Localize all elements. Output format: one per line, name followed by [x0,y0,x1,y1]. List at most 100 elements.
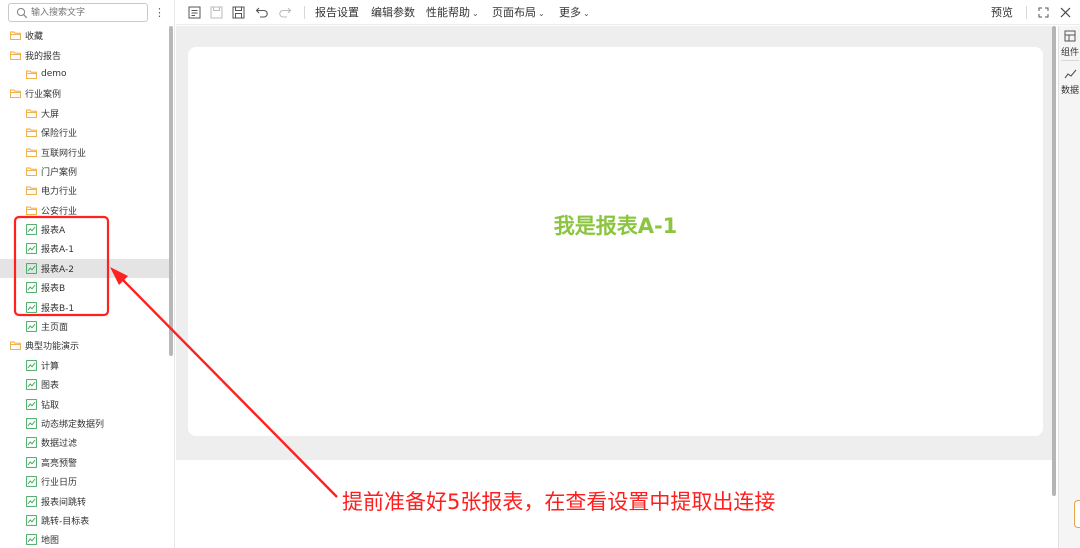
tree-item[interactable]: 行业案例 [0,84,170,103]
report-chart-icon [26,263,37,274]
close-icon[interactable] [1057,4,1073,20]
tree-item-label: 大屏 [41,109,60,120]
new-report-icon[interactable] [186,4,202,20]
tree-item-label: 收藏 [25,32,44,43]
toolbar-divider [1026,6,1027,19]
save-icon[interactable] [230,4,246,20]
tree-item[interactable]: 报表B [0,278,170,297]
tree-item-label: 保险行业 [41,129,78,140]
chevron-down-icon: ⌄ [583,9,590,18]
menu-more[interactable]: 更多 ⌄ [559,5,590,20]
report-title: 我是报表A-1 [553,214,678,238]
tree-item[interactable]: 动态绑定数据列 [0,414,170,433]
tree-item[interactable]: 报表A-1 [0,239,170,258]
tree-item-label: 报表B-1 [41,303,75,314]
tree-item[interactable]: 报表A [0,220,170,239]
report-chart-icon [26,515,37,526]
tree-item[interactable]: 报表间跳转 [0,491,170,510]
data-tab[interactable]: 数据 [1061,68,1080,96]
report-chart-icon [26,437,37,449]
menu-page-layout[interactable]: 页面布局 ⌄ [492,5,545,20]
report-chart-icon [26,456,37,468]
report-chart-icon [26,534,37,546]
report-chart-icon [26,476,37,488]
folder-icon [26,206,37,215]
folder-icon [26,70,37,80]
report-chart-icon [26,379,37,391]
folder-icon [26,148,37,157]
report-chart-icon [26,495,37,507]
tree-item[interactable]: 大屏 [0,104,170,123]
tree-item-label: 报表A [41,226,66,237]
tree-item-label: 行业案例 [25,90,62,101]
tree-item-label: 报表A-2 [41,264,74,275]
undo-icon[interactable] [254,4,270,20]
chevron-down-icon: ⌄ [472,9,479,18]
app-window: ⋮ 收藏我的报告demo行业案例大屏保险行业互联网行业门户案例电力行业公安行业报… [0,0,1080,548]
tree-item-label: 动态绑定数据列 [41,420,105,430]
redo-icon[interactable] [277,4,293,20]
tree-item[interactable]: 典型功能演示 [0,336,170,355]
report-chart-icon [26,418,37,429]
tree-item[interactable]: 高亮预警 [0,453,170,472]
tree-item[interactable]: 地图 [0,530,170,548]
folder-icon [10,51,21,60]
tree-item[interactable]: 门户案例 [0,162,170,181]
report-chart-icon [26,243,37,255]
report-tree: 收藏我的报告 demo 行业案例大屏保险行业互联网行业 门户案例电力行业公安行业报表A… [0,26,170,548]
annotation-text: 提前准备好5张报表，在查看设置中提取出连接 [342,490,776,514]
tree-item[interactable]: 数据过滤 [0,433,170,452]
tree-item[interactable]: 保险行业 [0,123,170,142]
side-handle[interactable] [1074,500,1080,528]
report-chart-icon [26,301,37,313]
tree-item[interactable]: 主页面 [0,317,170,336]
tree-item[interactable]: 行业日历 [0,472,170,491]
menu-edit-params[interactable]: 编辑参数 [371,5,415,20]
search-row: ⋮ [0,0,175,26]
tree-item-label: 数据过滤 [41,439,78,450]
report-canvas: 我是报表A-1 [176,26,1052,548]
components-tab[interactable]: 组件 [1061,30,1080,58]
tree-item[interactable]: 电力行业 [0,181,170,200]
right-panel: 组件 数据 [1058,26,1080,548]
tree-item[interactable]: 计算 [0,356,170,375]
tree-item-label: demo [41,69,67,80]
folder-icon [10,341,21,351]
folder-icon [10,89,21,99]
preview-button[interactable]: 预览 [991,5,1013,20]
menu-performance-help[interactable]: 性能帮助 ⌄ [426,5,479,20]
tree-item[interactable]: 收藏 [0,26,170,45]
tree-item[interactable]: 互联网行业 [0,142,170,161]
report-page[interactable]: 我是报表A-1 [188,47,1043,436]
tree-item-label: 行业日历 [41,478,78,489]
tree-item[interactable]: 跳转-目标表 [0,511,170,530]
sidebar-scrollbar[interactable] [169,26,173,356]
save-icon-disabled[interactable] [208,4,224,20]
tree-item[interactable]: 钻取 [0,394,170,413]
fullscreen-icon[interactable] [1035,4,1051,20]
tree-item[interactable]: 报表A-2 [0,258,170,279]
search-input[interactable] [31,5,143,20]
report-chart-icon [26,282,37,294]
tree-item-label: 计算 [41,361,60,372]
menu-report-settings[interactable]: 报告设置 [315,5,359,20]
report-chart-icon [26,321,37,332]
folder-icon [26,109,37,118]
tree-item[interactable]: 公安行业 [0,201,170,220]
tree-item-label: 电力行业 [41,187,78,198]
tree-item-label: 典型功能演示 [25,342,80,353]
tree-item-label: 公安行业 [41,206,78,217]
tree-item[interactable]: 报表B-1 [0,297,170,316]
search-box[interactable] [8,3,148,22]
tree-item[interactable]: demo [0,65,170,84]
tree-item[interactable]: 我的报告 [0,45,170,64]
tree-item-label: 主页面 [41,323,69,334]
tree-item[interactable]: 图表 [0,375,170,394]
folder-icon [10,31,21,41]
tree-item-label: 跳转-目标表 [41,516,90,527]
more-options-icon[interactable]: ⋮ [154,4,165,21]
canvas-scrollbar[interactable] [1052,26,1056,496]
chevron-down-icon: ⌄ [538,9,545,18]
folder-icon [26,128,37,138]
tree-item-label: 报表A-1 [41,245,74,256]
